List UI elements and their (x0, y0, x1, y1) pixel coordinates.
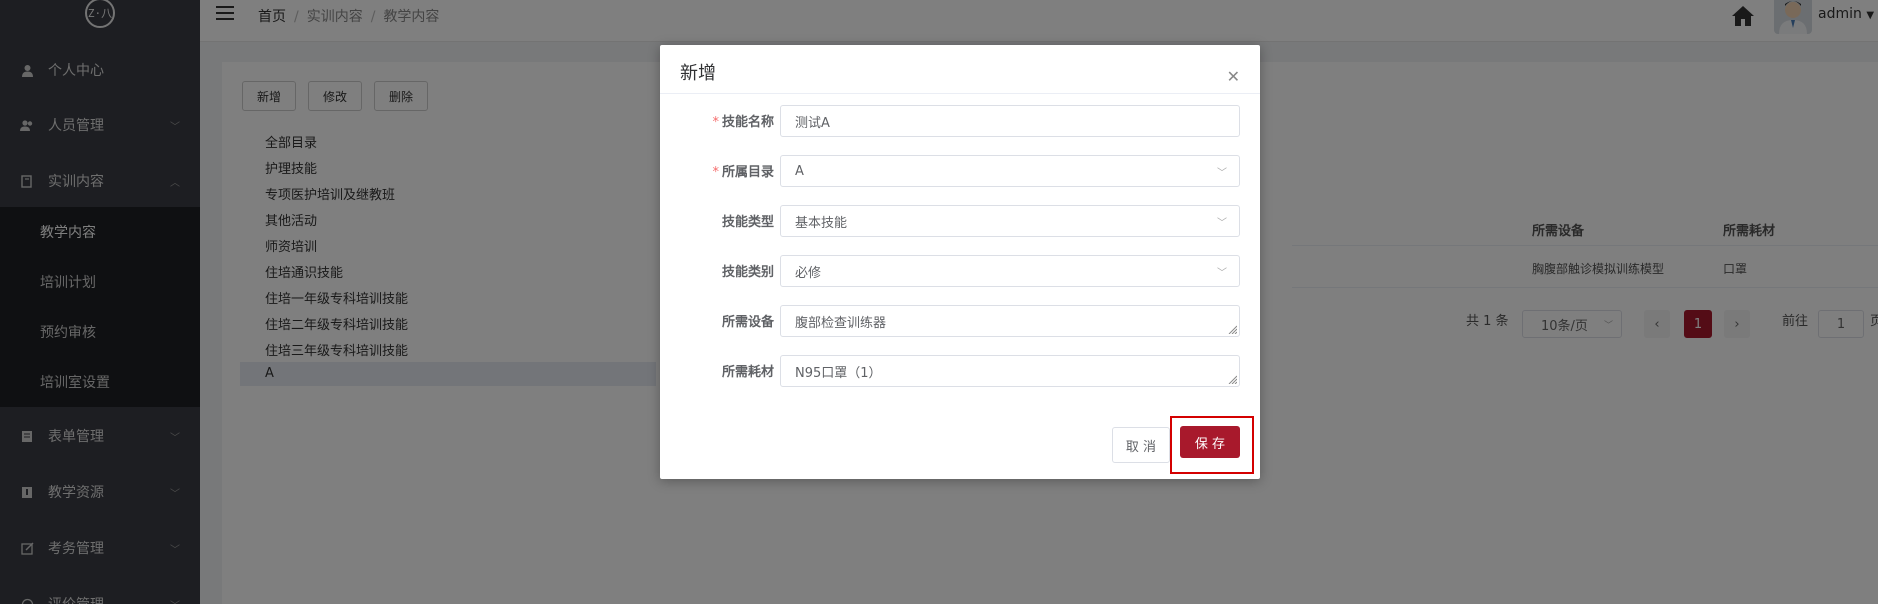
resize-grip-icon[interactable] (1227, 324, 1237, 334)
skill-name-label: * 技能名称 (712, 115, 774, 130)
consumable-textarea[interactable]: N95口罩（1） (780, 355, 1240, 387)
save-button-highlight-box (1170, 416, 1254, 474)
close-icon[interactable]: ✕ (1227, 67, 1240, 86)
equipment-textarea[interactable]: 腹部检查训练器 (780, 305, 1240, 337)
consumable-label: 所需耗材 (721, 365, 774, 380)
skill-category-select[interactable]: 必修 ﹀ (780, 255, 1240, 287)
resize-grip-icon[interactable] (1227, 374, 1237, 384)
add-skill-dialog: 新增 ✕ * 技能名称 测试A * 所属目录 A ﹀ 技能类型 基本技能 ﹀ 技能类别 … (660, 45, 1260, 479)
skill-type-select[interactable]: 基本技能 ﹀ (780, 205, 1240, 237)
skill-category-label: 技能类别 (721, 265, 774, 280)
dialog-title: 新增 (680, 63, 716, 84)
catalog-label: * 所属目录 (712, 165, 774, 180)
catalog-select[interactable]: A ﹀ (780, 155, 1240, 187)
chevron-down-icon: ﹀ (1217, 217, 1227, 229)
dialog-divider (660, 93, 1260, 94)
skill-name-input[interactable]: 测试A (780, 105, 1240, 137)
chevron-down-icon: ﹀ (1217, 167, 1227, 179)
required-mark: * (712, 115, 719, 130)
required-mark: * (712, 165, 719, 180)
skill-type-label: 技能类型 (721, 215, 774, 230)
chevron-down-icon: ﹀ (1217, 267, 1227, 279)
cancel-button[interactable]: 取 消 (1112, 427, 1170, 463)
equipment-label: 所需设备 (721, 315, 774, 330)
